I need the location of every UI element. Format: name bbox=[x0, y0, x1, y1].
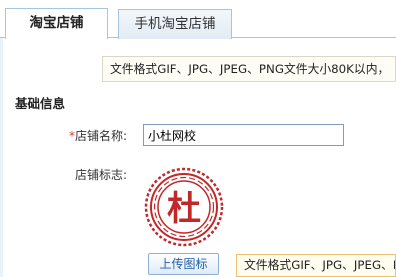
tab-bar: 淘宝店铺 手机淘宝店铺 bbox=[0, 0, 396, 39]
shop-name-label: *店铺名称: bbox=[69, 127, 127, 144]
shop-name-input[interactable] bbox=[143, 124, 344, 146]
seal-stamp-icon: 杜 bbox=[144, 167, 224, 247]
upload-logo-button[interactable]: 上传图标 bbox=[148, 253, 219, 275]
tab-mobile-taobao-shop[interactable]: 手机淘宝店铺 bbox=[118, 9, 232, 39]
shop-logo-image: 杜 bbox=[143, 166, 225, 248]
tab-taobao-shop[interactable]: 淘宝店铺 bbox=[5, 8, 108, 39]
section-title-basic-info: 基础信息 bbox=[15, 96, 66, 111]
shop-name-label-text: 店铺名称: bbox=[75, 129, 128, 143]
format-hint-bottom: 文件格式GIF、JPG、JPEG、PNG bbox=[236, 254, 396, 277]
format-hint-top: 文件格式GIF、JPG、JPEG、PNG文件大小80K以内， bbox=[102, 56, 396, 82]
shop-logo-label: 店铺标志: bbox=[75, 168, 128, 182]
seal-character: 杜 bbox=[167, 189, 201, 229]
left-border bbox=[0, 38, 3, 277]
